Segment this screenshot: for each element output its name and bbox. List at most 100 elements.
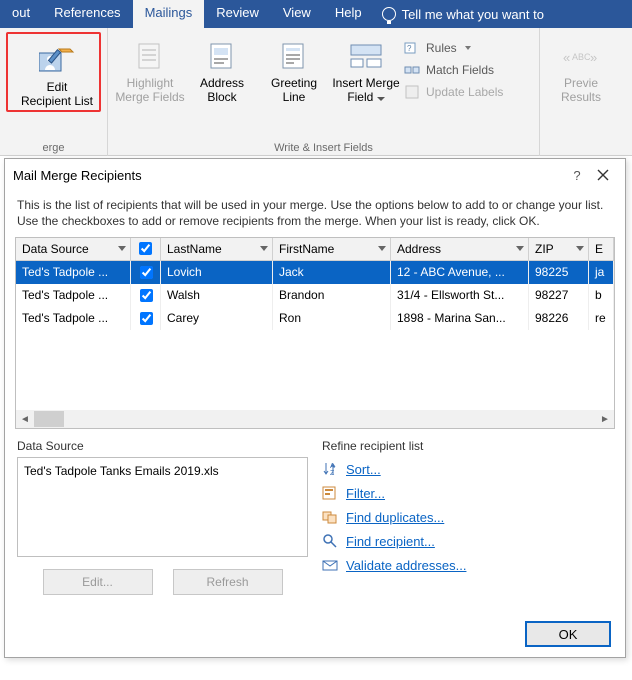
col-address[interactable]: Address (391, 238, 529, 261)
dropdown-icon[interactable] (378, 246, 386, 251)
ok-button[interactable]: OK (525, 621, 611, 647)
col-firstname[interactable]: FirstName (273, 238, 391, 261)
write-insert-stack: ? Rules Match Fields Update Labels (402, 32, 509, 156)
table-row[interactable]: Ted's Tadpole ... Lovich Jack 12 - ABC A… (16, 261, 614, 284)
validate-addresses-link[interactable]: Validate addresses... (322, 557, 613, 573)
edit-data-source-button: Edit... (43, 569, 153, 595)
insert-merge-field-button[interactable]: Insert MergeField (330, 32, 402, 156)
help-button[interactable]: ? (565, 168, 589, 183)
insert-field-icon (348, 38, 384, 74)
dialog-description: This is the list of recipients that will… (5, 191, 625, 237)
group-write-insert: HighlightMerge Fields AddressBlock Greet… (108, 28, 540, 156)
group-label-write-insert: Write & Insert Fields (108, 142, 539, 154)
recipients-table: Data Source LastName FirstName Address Z… (15, 237, 615, 429)
tab-help[interactable]: Help (323, 0, 374, 28)
table-row[interactable]: Ted's Tadpole ... Walsh Brandon 31/4 - E… (16, 284, 614, 307)
validate-icon (322, 557, 338, 573)
table-body: Ted's Tadpole ... Lovich Jack 12 - ABC A… (16, 261, 614, 410)
svg-text:»: » (590, 50, 597, 65)
svg-text:ABC: ABC (572, 52, 591, 62)
data-source-item[interactable]: Ted's Tadpole Tanks Emails 2019.xls (24, 464, 301, 478)
bulb-icon (382, 7, 396, 21)
sort-icon: AZ (322, 461, 338, 477)
ribbon-groups: EditRecipient List erge HighlightMerge F… (0, 28, 632, 156)
scroll-track[interactable] (34, 411, 596, 427)
cell-e: b (589, 284, 614, 307)
tab-review[interactable]: Review (204, 0, 271, 28)
close-icon (597, 169, 609, 181)
dropdown-icon (377, 97, 385, 101)
cell-firstname: Brandon (273, 284, 391, 307)
duplicates-icon (322, 509, 338, 525)
cell-data-source: Ted's Tadpole ... (16, 261, 131, 284)
col-lastname[interactable]: LastName (161, 238, 273, 261)
find-recipient-link[interactable]: Find recipient... (322, 533, 613, 549)
data-source-label: Data Source (17, 439, 308, 453)
data-source-list[interactable]: Ted's Tadpole Tanks Emails 2019.xls (17, 457, 308, 557)
preview-icon: «ABC» (563, 38, 599, 74)
rules-button[interactable]: ? Rules (404, 40, 503, 56)
tab-references[interactable]: References (42, 0, 132, 28)
edit-recipient-list-button[interactable]: EditRecipient List (12, 36, 102, 108)
cell-firstname: Jack (273, 261, 391, 284)
preview-results-button: «ABC» PrevieResults (546, 32, 616, 104)
row-checkbox[interactable] (140, 312, 153, 325)
group-start-merge: EditRecipient List erge (0, 28, 108, 156)
row-checkbox[interactable] (140, 289, 153, 302)
col-e[interactable]: E (589, 238, 614, 261)
col-data-source[interactable]: Data Source (16, 238, 131, 261)
cell-check[interactable] (131, 284, 161, 307)
tell-me[interactable]: Tell me what you want to (374, 0, 552, 28)
tab-mailings[interactable]: Mailings (133, 0, 205, 28)
rules-icon: ? (404, 40, 420, 56)
greeting-line-button[interactable]: GreetingLine (258, 32, 330, 156)
dropdown-icon[interactable] (118, 246, 126, 251)
filter-icon (322, 485, 338, 501)
cell-e: ja (589, 261, 614, 284)
match-fields-icon (404, 62, 420, 78)
scroll-thumb[interactable] (34, 411, 64, 427)
svg-text:?: ? (407, 44, 412, 53)
table-row[interactable]: Ted's Tadpole ... Carey Ron 1898 - Marin… (16, 307, 614, 330)
filter-link[interactable]: Filter... (322, 485, 613, 501)
refine-links: AZ Sort... Filter... Find duplicates... … (322, 457, 613, 573)
row-checkbox[interactable] (140, 266, 153, 279)
update-labels-icon (404, 84, 420, 100)
address-block-button[interactable]: AddressBlock (186, 32, 258, 156)
refresh-button: Refresh (173, 569, 283, 595)
dropdown-icon[interactable] (516, 246, 524, 251)
close-button[interactable] (589, 161, 617, 189)
cell-zip: 98225 (529, 261, 589, 284)
highlight-box: EditRecipient List (6, 32, 101, 112)
cell-firstname: Ron (273, 307, 391, 330)
dropdown-icon[interactable] (576, 246, 584, 251)
col-zip[interactable]: ZIP (529, 238, 589, 261)
col-check-all[interactable] (131, 238, 161, 261)
cell-zip: 98226 (529, 307, 589, 330)
select-all-checkbox[interactable] (139, 242, 152, 255)
cell-lastname: Carey (161, 307, 273, 330)
refine-label: Refine recipient list (322, 439, 613, 453)
horizontal-scrollbar[interactable]: ◄ ► (16, 410, 614, 428)
match-fields-button[interactable]: Match Fields (404, 62, 503, 78)
find-duplicates-link[interactable]: Find duplicates... (322, 509, 613, 525)
cell-check[interactable] (131, 307, 161, 330)
ribbon: out References Mailings Review View Help… (0, 0, 632, 156)
address-block-icon (204, 38, 240, 74)
cell-lastname: Lovich (161, 261, 273, 284)
cell-address: 12 - ABC Avenue, ... (391, 261, 529, 284)
tell-me-text: Tell me what you want to (402, 7, 544, 22)
cell-data-source: Ted's Tadpole ... (16, 284, 131, 307)
cell-check[interactable] (131, 261, 161, 284)
dialog-title: Mail Merge Recipients (13, 168, 565, 183)
dialog-footer: OK (5, 611, 625, 657)
update-labels-button: Update Labels (404, 84, 503, 100)
tab-layout-partial[interactable]: out (0, 0, 42, 28)
sort-link[interactable]: AZ Sort... (322, 461, 613, 477)
group-preview: «ABC» PrevieResults (540, 28, 620, 156)
scroll-left-icon[interactable]: ◄ (16, 410, 34, 428)
scroll-right-icon[interactable]: ► (596, 410, 614, 428)
dropdown-icon[interactable] (260, 246, 268, 251)
highlight-merge-fields-button: HighlightMerge Fields (114, 32, 186, 156)
tab-view[interactable]: View (271, 0, 323, 28)
